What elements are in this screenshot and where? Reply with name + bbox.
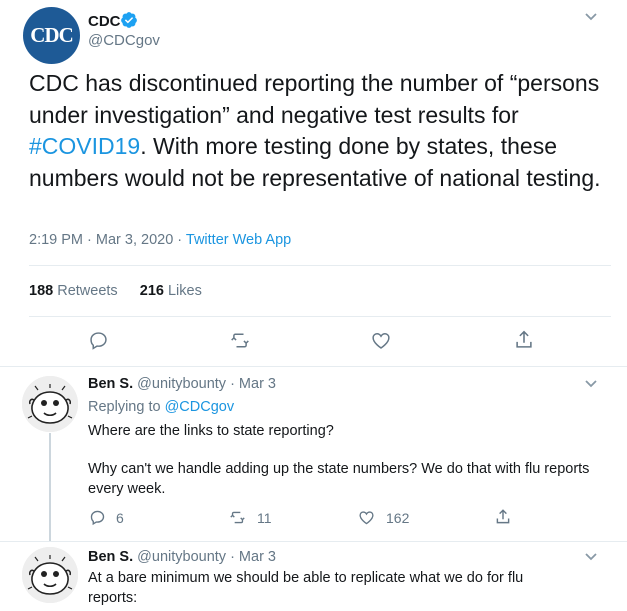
reply-author-name[interactable]: Ben S. [88, 376, 133, 392]
reply-action-reply[interactable]: 6 [89, 509, 124, 526]
replying-to-link[interactable]: @CDCgov [165, 399, 235, 415]
tweet-source: Twitter Web App [185, 232, 292, 248]
like-icon[interactable] [357, 509, 376, 526]
divider [29, 316, 611, 317]
reply-date[interactable]: · Mar 3 [230, 376, 276, 392]
cdc-avatar[interactable]: CDC [23, 7, 80, 64]
replying-to: Replying to @CDCgov [88, 399, 235, 415]
likes-stat[interactable]: 216 Likes [140, 283, 202, 299]
tweet-stats: 188 Retweets 216 Likes [29, 283, 202, 299]
reply-tweet[interactable]: Ben S. @unitybounty · Mar 3 Replying to … [0, 367, 627, 542]
reply-header: Ben S. @unitybounty · Mar 3 [88, 549, 276, 565]
reply-text: Why can't we handle adding up the state … [88, 461, 590, 497]
verified-badge-icon [120, 11, 138, 29]
reply-author-name[interactable]: Ben S. [88, 549, 133, 565]
like-count: 162 [386, 509, 410, 526]
share-icon[interactable] [494, 508, 512, 526]
reply-icon[interactable] [89, 509, 106, 526]
tweet-meta: 2:19 PM · Mar 3, 2020 · Twitter Web App [29, 232, 291, 248]
reply-author-handle[interactable]: @unitybounty [137, 549, 226, 565]
tweet-text: CDC has discontinued reporting the numbe… [29, 70, 601, 191]
reply-count: 6 [116, 509, 124, 526]
like-icon[interactable] [370, 330, 392, 351]
chevron-down-icon[interactable] [584, 11, 598, 23]
divider [29, 265, 611, 266]
reply-tweet[interactable]: Ben S. @unitybounty · Mar 3 At a bare mi… [0, 542, 627, 611]
reply-text: At a bare minimum we should be able to r… [88, 570, 524, 606]
reply-date[interactable]: · Mar 3 [230, 549, 276, 565]
hashtag-link[interactable]: #COVID19 [29, 133, 140, 159]
chevron-down-icon[interactable] [584, 551, 598, 563]
reply-action-retweet[interactable]: 11 [228, 509, 272, 526]
author-handle[interactable]: @CDCgov [88, 32, 160, 49]
reply-author-handle[interactable]: @unitybounty [137, 376, 226, 392]
reply-action-like[interactable]: 162 [357, 509, 409, 526]
author-name[interactable]: CDC [88, 13, 121, 30]
retweet-count: 11 [257, 509, 272, 526]
thread-line [49, 433, 51, 542]
reply-text: Where are the links to state reporting? [88, 423, 334, 439]
retweets-stat[interactable]: 188 Retweets [29, 283, 118, 299]
avatar[interactable] [22, 376, 78, 432]
retweet-icon[interactable] [229, 330, 251, 351]
chevron-down-icon[interactable] [584, 378, 598, 390]
retweet-icon[interactable] [228, 509, 247, 526]
reply-header: Ben S. @unitybounty · Mar 3 [88, 376, 276, 392]
avatar[interactable] [22, 547, 78, 603]
reply-action-share[interactable] [494, 508, 512, 526]
share-icon[interactable] [513, 329, 535, 351]
main-tweet: CDC CDC @CDCgov CDC has discontinued rep… [0, 0, 627, 367]
reply-icon[interactable] [88, 330, 109, 351]
tweet-time[interactable]: 2:19 PM · Mar 3, 2020 · [29, 232, 186, 248]
